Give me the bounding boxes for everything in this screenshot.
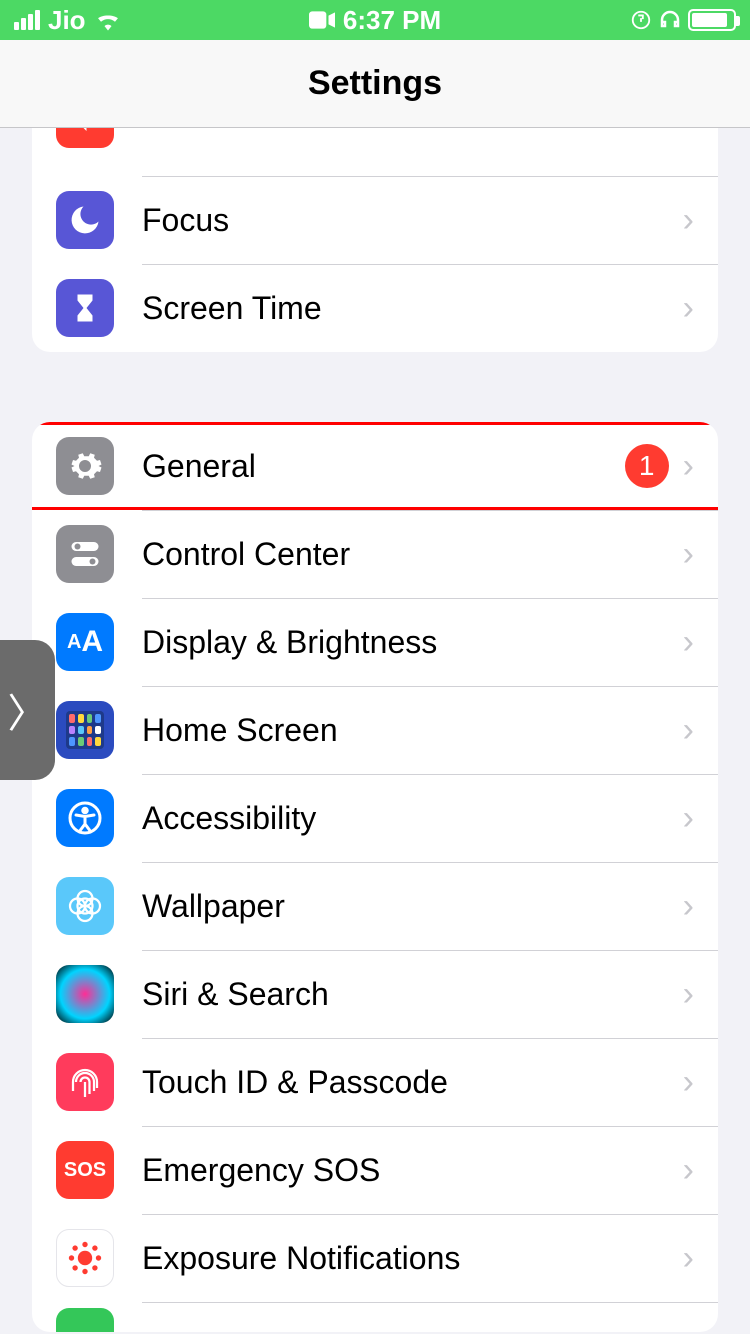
- row-control-center[interactable]: Control Center ›: [32, 510, 718, 598]
- camera-icon: [309, 11, 335, 29]
- status-bar: Jio 6:37 PM: [0, 0, 750, 40]
- accessibility-icon: [56, 789, 114, 847]
- battery-row-icon: [56, 1308, 114, 1332]
- siri-icon: [56, 965, 114, 1023]
- row-label: Touch ID & Passcode: [142, 1064, 669, 1101]
- row-label: Screen Time: [142, 290, 669, 327]
- row-label: Accessibility: [142, 800, 669, 837]
- row-label: Focus: [142, 202, 669, 239]
- chevron-right-icon: ›: [683, 1239, 694, 1278]
- row-home-screen[interactable]: Home Screen ›: [32, 686, 718, 774]
- toggles-icon: [56, 525, 114, 583]
- row-label: Siri & Search: [142, 976, 669, 1013]
- nav-header: Settings: [0, 40, 750, 128]
- settings-group-2: General 1 › Control Center › AA Display …: [32, 422, 718, 1332]
- chevron-right-icon: ›: [683, 1063, 694, 1102]
- row-accessibility[interactable]: Accessibility ›: [32, 774, 718, 862]
- chevron-right-icon: ›: [683, 623, 694, 662]
- row-exposure-notifications[interactable]: Exposure Notifications ›: [32, 1214, 718, 1302]
- row-touch-id-passcode[interactable]: Touch ID & Passcode ›: [32, 1038, 718, 1126]
- status-left: Jio: [14, 5, 255, 36]
- row-general[interactable]: General 1 ›: [32, 422, 718, 510]
- row-label: Emergency SOS: [142, 1152, 669, 1189]
- chevron-right-icon: ›: [683, 128, 694, 129]
- rotation-lock-icon: [630, 9, 652, 31]
- row-label: Wallpaper: [142, 888, 669, 925]
- notification-badge: 1: [625, 444, 669, 488]
- row-screen-time[interactable]: Screen Time ›: [32, 264, 718, 352]
- battery-icon: [688, 9, 736, 31]
- gear-icon: [56, 437, 114, 495]
- row-focus[interactable]: Focus ›: [32, 176, 718, 264]
- speaker-icon: [56, 128, 114, 148]
- row-wallpaper[interactable]: Wallpaper ›: [32, 862, 718, 950]
- row-sounds-haptics[interactable]: Sounds & Haptics ›: [32, 128, 718, 176]
- time-label: 6:37 PM: [343, 5, 441, 36]
- row-label: Exposure Notifications: [142, 1240, 669, 1277]
- moon-icon: [56, 191, 114, 249]
- home-screen-icon: [56, 701, 114, 759]
- page-title: Settings: [308, 64, 442, 103]
- status-center: 6:37 PM: [255, 5, 496, 36]
- status-right: [495, 8, 736, 32]
- fingerprint-icon: [56, 1053, 114, 1111]
- carrier-label: Jio: [48, 5, 86, 36]
- chevron-right-icon: ›: [683, 289, 694, 328]
- settings-group-1: Sounds & Haptics › Focus › Screen Time ›: [32, 128, 718, 352]
- hourglass-icon: [56, 279, 114, 337]
- chevron-right-icon: ›: [683, 535, 694, 574]
- chevron-right-icon: ›: [683, 975, 694, 1014]
- chevron-right-icon: ›: [683, 887, 694, 926]
- wallpaper-icon: [56, 877, 114, 935]
- row-label: Home Screen: [142, 712, 669, 749]
- row-label: Control Center: [142, 536, 669, 573]
- row-partial-bottom[interactable]: [32, 1302, 718, 1332]
- row-label: Display & Brightness: [142, 624, 669, 661]
- text-size-icon: AA: [56, 613, 114, 671]
- chevron-right-icon: ›: [683, 799, 694, 838]
- settings-content: Sounds & Haptics › Focus › Screen Time ›…: [0, 128, 750, 1332]
- chevron-right-icon: ›: [683, 1151, 694, 1190]
- chevron-right-icon: ›: [683, 447, 694, 486]
- chevron-right-icon: ›: [683, 711, 694, 750]
- headphones-icon: [658, 8, 682, 32]
- side-drawer-handle[interactable]: 〉: [0, 640, 55, 780]
- row-emergency-sos[interactable]: SOS Emergency SOS ›: [32, 1126, 718, 1214]
- signal-icon: [14, 10, 40, 30]
- sos-icon: SOS: [56, 1141, 114, 1199]
- exposure-icon: [56, 1229, 114, 1287]
- wifi-icon: [94, 9, 122, 31]
- row-siri-search[interactable]: Siri & Search ›: [32, 950, 718, 1038]
- row-display-brightness[interactable]: AA Display & Brightness ›: [32, 598, 718, 686]
- row-label: General: [142, 448, 625, 485]
- chevron-right-icon: ›: [683, 201, 694, 240]
